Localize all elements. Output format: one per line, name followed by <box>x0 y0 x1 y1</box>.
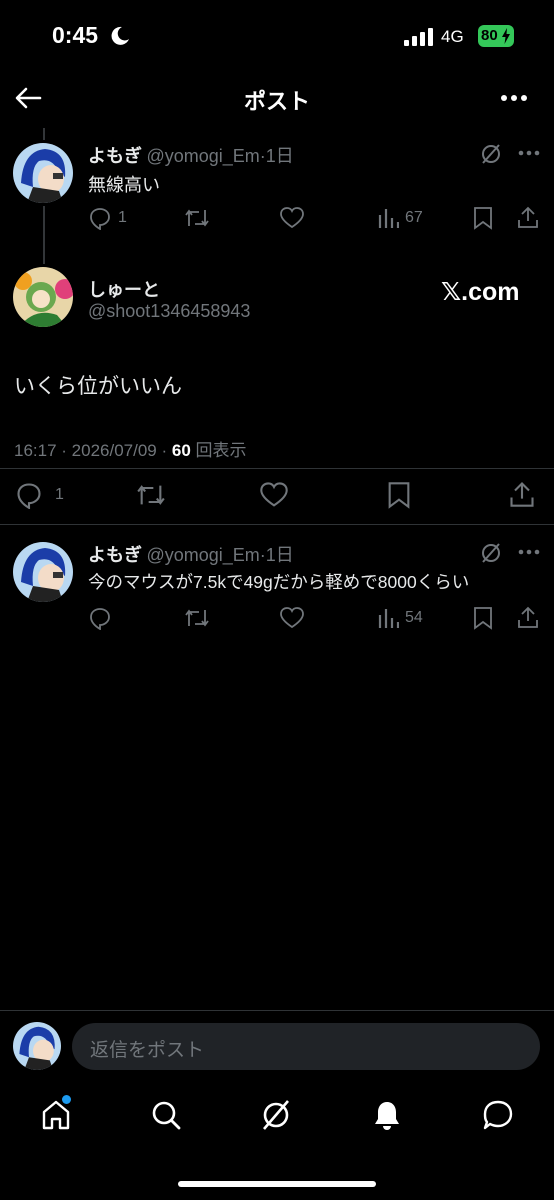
analytics-icon <box>378 209 399 228</box>
views-button[interactable] <box>377 607 399 629</box>
page-title: ポスト <box>243 89 310 114</box>
battery-icon: 80 <box>478 25 514 47</box>
heart-icon <box>260 482 288 507</box>
heart-icon <box>280 607 304 629</box>
views-label-text: 回表示 <box>195 441 247 460</box>
notification-dot <box>62 1095 71 1104</box>
nav-notifications[interactable] <box>371 1099 403 1131</box>
nav-search[interactable] <box>150 1099 182 1131</box>
thread-line-top <box>43 128 45 140</box>
bookmark-icon <box>388 482 410 509</box>
author-handle[interactable]: @yomogi_Em <box>146 146 259 166</box>
share-icon <box>518 206 538 228</box>
share-button[interactable] <box>508 480 536 508</box>
share-icon <box>510 482 534 507</box>
thread-line <box>43 206 45 264</box>
grok-icon[interactable] <box>480 143 502 165</box>
bell-icon <box>375 1102 399 1130</box>
bookmark-button[interactable] <box>472 606 494 630</box>
like-button[interactable] <box>279 206 305 230</box>
divider <box>0 468 554 469</box>
moon-icon <box>110 26 130 46</box>
share-button[interactable] <box>516 605 540 629</box>
post-more-icon[interactable] <box>518 150 540 156</box>
reply-button[interactable] <box>88 606 112 630</box>
post-meta: 16:17 · 2026/07/09 · 60 回表示 <box>14 436 247 461</box>
author-name[interactable]: よもぎ <box>88 146 142 166</box>
status-time: 0:45 <box>52 22 99 48</box>
bookmark-button[interactable] <box>386 481 412 509</box>
avatar[interactable] <box>13 1022 61 1070</box>
home-indicator[interactable] <box>178 1181 376 1187</box>
author-handle[interactable]: @yomogi_Em <box>146 545 259 565</box>
reply-button[interactable] <box>15 481 43 509</box>
ellipsis-icon <box>501 95 527 101</box>
divider <box>0 1010 554 1011</box>
reply-icon <box>90 208 110 230</box>
post-time: 16:17 <box>14 441 57 460</box>
view-count[interactable]: 60 <box>172 441 191 460</box>
repost-icon <box>185 609 209 627</box>
search-icon <box>152 1101 181 1130</box>
like-button[interactable] <box>259 481 289 509</box>
bookmark-icon <box>474 607 492 630</box>
post-time: 1日 <box>265 545 294 565</box>
xcom-watermark: 𝕏.com <box>441 278 520 306</box>
reply-button[interactable] <box>88 206 112 230</box>
signal-icon <box>404 28 434 46</box>
view-count: 54 <box>405 609 423 626</box>
divider <box>0 524 554 525</box>
bookmark-icon <box>474 207 492 230</box>
separator-dot: · <box>156 441 172 460</box>
grok-icon <box>263 1100 289 1130</box>
network-label: 4G <box>441 27 464 46</box>
like-button[interactable] <box>279 606 305 630</box>
views-button[interactable] <box>377 207 399 229</box>
battery-level: 80 <box>481 27 498 44</box>
bookmark-button[interactable] <box>472 206 494 230</box>
separator-dot: · <box>56 441 72 460</box>
author-name[interactable]: よもぎ <box>88 545 142 565</box>
post-text: 今のマウスが7.5kで49gだから軽めで8000くらい <box>88 572 470 592</box>
post-date: 2026/07/09 <box>71 441 157 460</box>
reply-count: 1 <box>55 486 64 503</box>
heart-icon <box>280 207 304 229</box>
repost-icon <box>137 485 165 505</box>
grok-icon[interactable] <box>480 542 502 564</box>
reply-icon <box>90 608 110 630</box>
share-button[interactable] <box>516 205 540 229</box>
reply-icon <box>17 483 41 509</box>
repost-button[interactable] <box>184 606 210 630</box>
nav-grok[interactable] <box>260 1099 292 1131</box>
post-time: 1日 <box>265 146 294 166</box>
author-name[interactable]: しゅーと <box>88 276 160 302</box>
message-icon <box>483 1100 513 1130</box>
author-handle[interactable]: @shoot1346458943 <box>88 301 250 322</box>
analytics-icon <box>378 609 399 628</box>
reply-count: 1 <box>118 209 127 226</box>
nav-messages[interactable] <box>482 1099 514 1131</box>
post-text: 無線高い <box>88 175 160 195</box>
post-text: いくら位がいいん <box>14 375 182 398</box>
repost-button[interactable] <box>184 206 210 230</box>
avatar[interactable] <box>13 267 73 327</box>
reply-placeholder: 返信をポスト <box>90 1040 205 1061</box>
avatar[interactable] <box>13 542 73 602</box>
more-options-button[interactable] <box>500 94 528 102</box>
view-count: 67 <box>405 209 423 226</box>
repost-icon <box>185 209 209 227</box>
repost-button[interactable] <box>135 481 167 509</box>
post-more-icon[interactable] <box>518 549 540 555</box>
share-icon <box>518 606 538 628</box>
avatar[interactable] <box>13 143 73 203</box>
